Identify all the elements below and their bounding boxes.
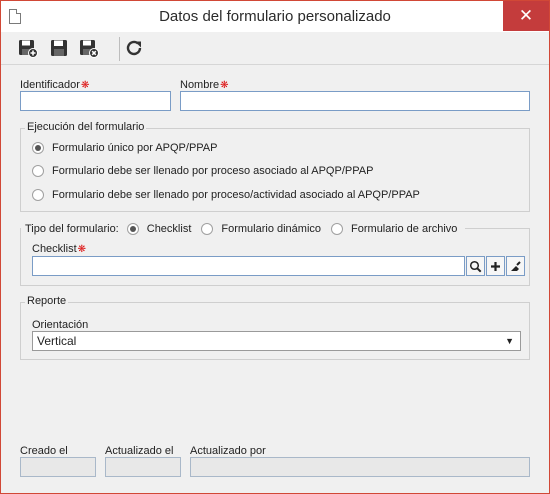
checklist-label-text: Checklist bbox=[32, 243, 77, 255]
ejecucion-legend: Ejecución del formulario bbox=[25, 121, 147, 133]
ejecucion-option-unico[interactable]: Formulario único por APQP/PPAP bbox=[32, 140, 217, 156]
required-icon: ❋ bbox=[220, 80, 229, 91]
nombre-label: Nombre❋ bbox=[180, 79, 229, 91]
dropdown-arrow-icon[interactable]: ▼ bbox=[505, 332, 514, 350]
plus-icon bbox=[491, 261, 500, 271]
orientacion-value: Vertical bbox=[37, 334, 77, 348]
orientacion-select[interactable]: Vertical ▼ bbox=[32, 331, 521, 351]
toolbar-separator bbox=[119, 37, 120, 61]
actualizado-input bbox=[105, 457, 181, 477]
add-button[interactable] bbox=[486, 256, 505, 276]
identificador-input[interactable] bbox=[20, 91, 171, 111]
checklist-input[interactable] bbox=[32, 256, 465, 276]
orientacion-label: Orientación bbox=[32, 319, 89, 331]
identificador-label: Identificador❋ bbox=[20, 79, 89, 91]
ejecucion-option-actividad[interactable]: Formulario debe ser llenado por proceso/… bbox=[32, 187, 420, 203]
ejecucion-option-proceso[interactable]: Formulario debe ser llenado por proceso … bbox=[32, 163, 373, 179]
tipo-group: Tipo del formulario: Checklist Formulari… bbox=[20, 221, 530, 286]
identificador-label-text: Identificador bbox=[20, 79, 80, 91]
nombre-label-text: Nombre bbox=[180, 79, 220, 91]
close-button[interactable]: ✕ bbox=[503, 1, 549, 31]
dialog-window: Datos del formulario personalizado ✕ Ide… bbox=[0, 0, 550, 494]
eraser-icon bbox=[511, 260, 521, 271]
ejecucion-option-label: Formulario debe ser llenado por proceso/… bbox=[52, 189, 420, 201]
reporte-legend: Reporte bbox=[25, 295, 69, 307]
window-title: Datos del formulario personalizado bbox=[159, 8, 391, 25]
creado-input bbox=[20, 457, 96, 477]
checklist-actions bbox=[466, 256, 526, 276]
radio-icon[interactable] bbox=[32, 165, 44, 177]
title-bar: Datos del formulario personalizado ✕ bbox=[1, 1, 549, 32]
actualizado-por-label: Actualizado por bbox=[190, 445, 266, 457]
save-close-icon bbox=[80, 40, 99, 58]
actualizado-por-input bbox=[190, 457, 530, 477]
nombre-input[interactable] bbox=[180, 91, 530, 111]
ejecucion-option-label: Formulario debe ser llenado por proceso … bbox=[52, 165, 374, 177]
tipo-option-checklist[interactable]: Checklist bbox=[147, 223, 192, 235]
save-close-button[interactable] bbox=[79, 38, 99, 58]
save-icon bbox=[51, 40, 67, 56]
radio-icon[interactable] bbox=[201, 223, 214, 235]
radio-icon[interactable] bbox=[32, 189, 44, 201]
ejecucion-option-label: Formulario único por APQP/PPAP bbox=[52, 142, 218, 154]
required-icon: ❋ bbox=[77, 244, 87, 255]
search-button[interactable] bbox=[466, 256, 485, 276]
ejecucion-group: Ejecución del formulario Formulario únic… bbox=[20, 121, 530, 212]
refresh-icon bbox=[126, 40, 142, 56]
tipo-option-dinamico[interactable]: Formulario dinámico bbox=[221, 223, 321, 235]
save-button[interactable] bbox=[49, 38, 69, 58]
radio-icon[interactable] bbox=[331, 223, 344, 235]
tipo-option-archivo[interactable]: Formulario de archivo bbox=[351, 223, 457, 235]
clear-button[interactable] bbox=[506, 256, 525, 276]
save-new-button[interactable] bbox=[18, 38, 38, 58]
refresh-button[interactable] bbox=[124, 38, 144, 58]
actualizado-label: Actualizado el bbox=[105, 445, 174, 457]
checklist-label: Checklist❋ bbox=[32, 243, 86, 255]
creado-label: Creado el bbox=[20, 445, 68, 457]
save-new-icon bbox=[19, 40, 38, 58]
tipo-legend: Tipo del formulario: bbox=[25, 223, 119, 235]
tipo-legend-row: Tipo del formulario: Checklist Formulari… bbox=[21, 221, 466, 237]
search-icon bbox=[469, 260, 482, 272]
toolbar bbox=[1, 32, 549, 65]
radio-checked-icon[interactable] bbox=[32, 142, 44, 154]
required-icon: ❋ bbox=[80, 80, 90, 91]
reporte-group: Reporte Orientación Vertical ▼ bbox=[20, 295, 530, 360]
radio-checked-icon[interactable] bbox=[126, 223, 139, 235]
